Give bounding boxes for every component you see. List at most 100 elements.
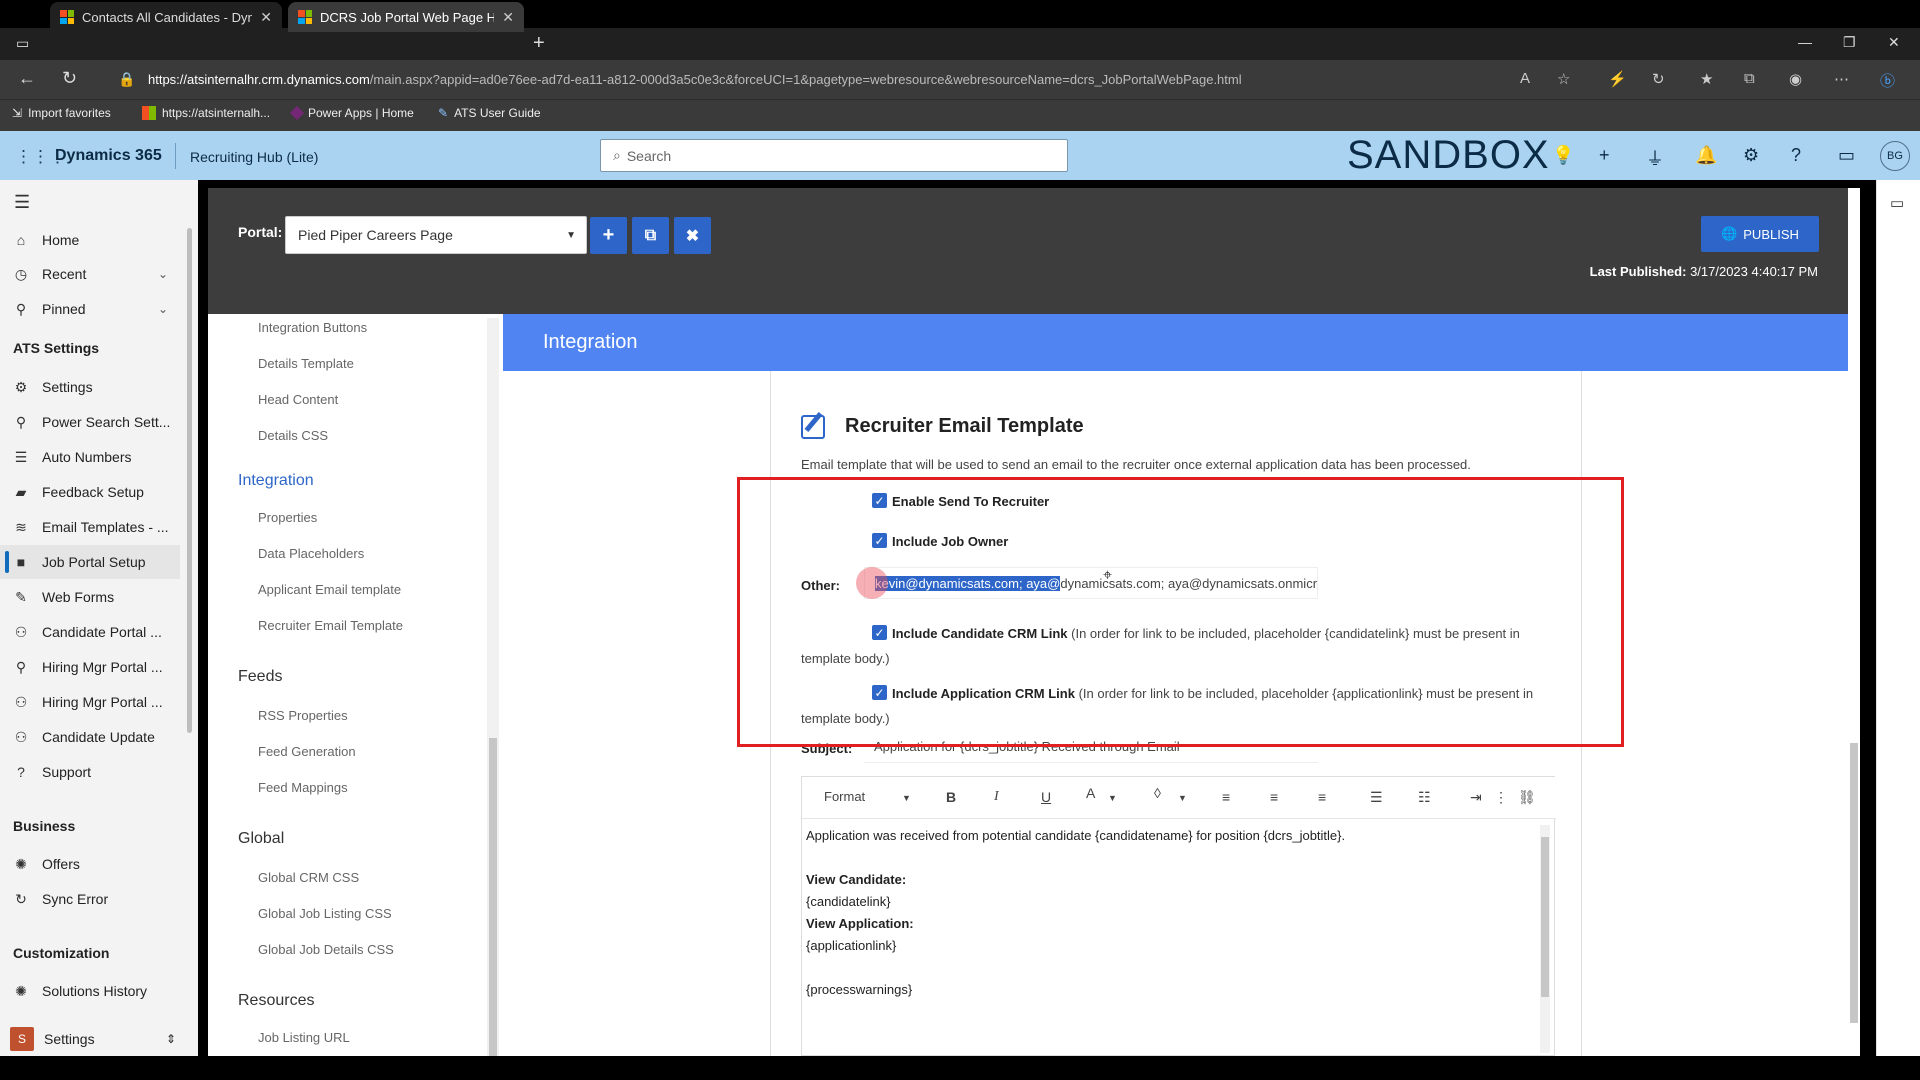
scroll-thumb[interactable] — [1541, 837, 1549, 997]
avatar[interactable]: BG — [1880, 141, 1910, 171]
subnav-item[interactable]: Data Placeholders — [258, 546, 364, 561]
align-right-icon[interactable]: ≡ — [1318, 789, 1326, 805]
highlight-icon[interactable]: ◊ — [1154, 785, 1161, 801]
subnav-item[interactable]: Properties — [258, 510, 317, 525]
close-tab-icon[interactable]: ✕ — [502, 9, 514, 26]
subnav-item[interactable]: Details CSS — [258, 428, 328, 443]
page-scrollbar[interactable] — [1848, 188, 1860, 1056]
browser-tab-contacts[interactable]: Contacts All Candidates - Dynam ✕ — [50, 2, 282, 32]
scroll-thumb[interactable] — [489, 738, 497, 1056]
subnav-item[interactable]: Job Listing URL — [258, 1030, 350, 1045]
nav-sync-error[interactable]: ↻ Sync Error — [0, 882, 180, 916]
chat-icon[interactable]: ▭ — [1838, 145, 1855, 166]
tab-actions-icon[interactable]: ▭ — [16, 35, 29, 52]
copy-portal-button[interactable]: ⧉ — [632, 217, 669, 254]
new-tab-icon[interactable]: + — [533, 32, 545, 55]
format-dropdown[interactable]: Format — [824, 789, 865, 804]
subnav-item[interactable]: Recruiter Email Template — [258, 618, 403, 633]
nav-candidate-update[interactable]: ⚇ Candidate Update — [0, 720, 180, 754]
more-tools-icon[interactable]: ⋮ — [1494, 789, 1508, 806]
profile-icon[interactable]: ◉ — [1789, 70, 1802, 88]
nav-recent[interactable]: ◷ Recent ⌄ — [0, 257, 180, 291]
url-field[interactable]: https://atsinternalhr.crm.dynamics.com/m… — [148, 72, 1242, 87]
underline-icon[interactable]: U — [1041, 789, 1051, 805]
favorite-atsinternal[interactable]: https://atsinternalh... — [142, 106, 270, 120]
minimize-icon[interactable]: — — [1798, 34, 1812, 50]
nav-home[interactable]: ⌂ Home — [0, 223, 180, 257]
subnav-item[interactable]: Global CRM CSS — [258, 870, 359, 885]
subnav-section-integration[interactable]: Integration — [238, 472, 314, 490]
nav-hiring-mgr-portal-1[interactable]: ⚲ Hiring Mgr Portal ... — [0, 650, 180, 684]
subnav-section-resources[interactable]: Resources — [238, 992, 314, 1010]
scroll-thumb[interactable] — [1850, 743, 1858, 1023]
editor-content[interactable]: Application was received from potential … — [806, 825, 1526, 1001]
subnav-item[interactable]: Details Template — [258, 356, 354, 371]
back-icon[interactable]: ← — [18, 68, 36, 89]
favorite-import[interactable]: ⇲ Import favorites — [12, 106, 111, 120]
portal-select[interactable]: Pied Piper Careers Page ▼ — [285, 216, 587, 254]
nav-offers[interactable]: ✺ Offers — [0, 847, 180, 881]
editor-scrollbar[interactable] — [1540, 825, 1550, 1053]
search-input[interactable]: ⌕ Search — [600, 139, 1068, 172]
nav-scrollbar[interactable] — [187, 228, 192, 733]
app-name[interactable]: Dynamics 365 — [55, 147, 162, 165]
browser-tab-dcrs[interactable]: DCRS Job Portal Web Page HTML ✕ — [288, 2, 524, 32]
nav-settings[interactable]: ⚙ Settings — [0, 370, 180, 404]
nav-hiring-mgr-portal-2[interactable]: ⚇ Hiring Mgr Portal ... — [0, 685, 180, 719]
delete-portal-button[interactable]: ✖ — [674, 217, 711, 254]
refresh-extension-icon[interactable]: ↻ — [1652, 70, 1665, 88]
nav-candidate-portal[interactable]: ⚇ Candidate Portal ... — [0, 615, 180, 649]
filter-icon[interactable]: ⏚ — [1646, 145, 1664, 171]
subnav-scrollbar[interactable] — [487, 318, 499, 1056]
read-aloud-icon[interactable]: A — [1520, 70, 1530, 87]
add-portal-button[interactable]: + — [590, 217, 627, 254]
nav-email-templates[interactable]: ≋ Email Templates - ... — [0, 510, 180, 544]
close-tab-icon[interactable]: ✕ — [260, 9, 272, 26]
hamburger-icon[interactable]: ☰ — [14, 192, 30, 213]
subnav-item[interactable]: Global Job Details CSS — [258, 942, 394, 957]
area-switcher[interactable]: S Settings ⇕ — [0, 1022, 190, 1056]
hub-name[interactable]: Recruiting Hub (Lite) — [190, 149, 318, 165]
nav-web-forms[interactable]: ✎ Web Forms — [0, 580, 180, 614]
favorites-icon[interactable]: ★ — [1700, 70, 1713, 88]
refresh-icon[interactable]: ↻ — [62, 68, 77, 89]
subnav-item[interactable]: Head Content — [258, 392, 338, 407]
add-icon[interactable]: + — [1599, 145, 1610, 166]
numbered-list-icon[interactable]: ☷ — [1418, 789, 1431, 806]
extension-icon[interactable]: ⚡ — [1608, 70, 1627, 88]
nav-pinned[interactable]: ⚲ Pinned ⌄ — [0, 292, 180, 326]
restore-icon[interactable]: ❐ — [1843, 34, 1856, 51]
email-body-editor[interactable]: Format ▼ B I U A ▼ ◊ ▼ ≡ ≡ ≡ ☰ ☷ ⇥ ⋮ ⛓ A… — [801, 776, 1556, 1056]
subnav-section-global[interactable]: Global — [238, 830, 284, 848]
subnav-item[interactable]: Applicant Email template — [258, 582, 401, 597]
gear-icon[interactable]: ⚙ — [1743, 145, 1759, 166]
favorite-ats-guide[interactable]: ✎ ATS User Guide — [438, 106, 541, 120]
nav-feedback-setup[interactable]: ▰ Feedback Setup — [0, 475, 180, 509]
link-icon[interactable]: ⛓ — [1518, 789, 1536, 806]
nav-auto-numbers[interactable]: ☰ Auto Numbers — [0, 440, 180, 474]
chat-icon[interactable]: ▭ — [1890, 194, 1904, 212]
close-window-icon[interactable]: ✕ — [1888, 34, 1900, 51]
favorite-star-icon[interactable]: ☆ — [1557, 70, 1570, 88]
subnav-item[interactable]: Feed Mappings — [258, 780, 348, 795]
bold-icon[interactable]: B — [946, 789, 956, 805]
align-center-icon[interactable]: ≡ — [1270, 789, 1278, 805]
align-left-icon[interactable]: ≡ — [1222, 789, 1230, 805]
font-color-icon[interactable]: A — [1086, 785, 1095, 801]
publish-button[interactable]: 🌐 PUBLISH — [1701, 216, 1819, 252]
help-icon[interactable]: ? — [1791, 145, 1801, 166]
nav-support[interactable]: ? Support — [0, 755, 180, 789]
bing-icon[interactable]: ⓑ — [1880, 70, 1895, 91]
italic-icon[interactable]: I — [994, 789, 999, 805]
collections-icon[interactable]: ⧉ — [1744, 70, 1755, 87]
bullet-list-icon[interactable]: ☰ — [1370, 789, 1383, 806]
more-icon[interactable]: ⋯ — [1834, 70, 1849, 88]
bell-icon[interactable]: 🔔 — [1695, 145, 1717, 166]
nav-power-search[interactable]: ⚲ Power Search Sett... — [0, 405, 180, 439]
lightbulb-icon[interactable]: 💡 — [1552, 145, 1574, 166]
nav-solutions-history[interactable]: ✺ Solutions History — [0, 974, 180, 1008]
subnav-section-feeds[interactable]: Feeds — [238, 668, 282, 686]
nav-job-portal-setup[interactable]: ■ Job Portal Setup — [0, 545, 180, 579]
subnav-item[interactable]: Feed Generation — [258, 744, 356, 759]
favorite-powerapps[interactable]: Power Apps | Home — [289, 105, 414, 121]
